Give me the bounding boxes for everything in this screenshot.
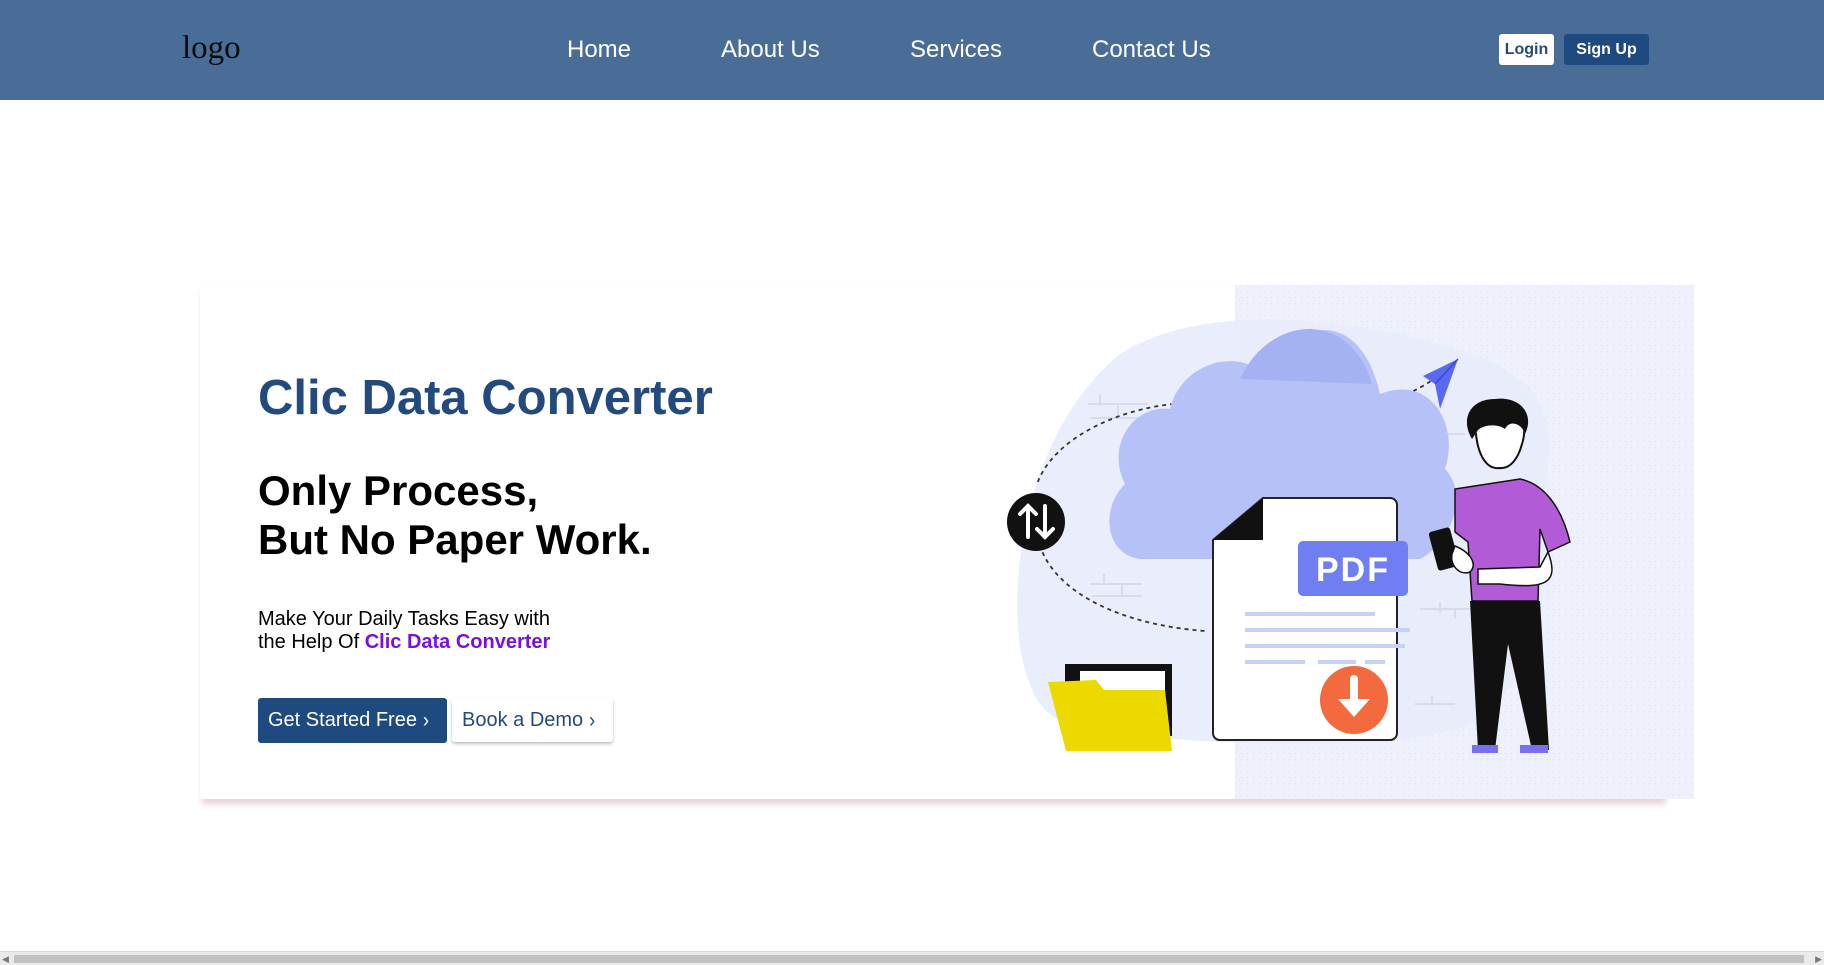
folder-icon: [1048, 664, 1172, 751]
book-a-demo-button[interactable]: Book a Demo ›: [452, 698, 613, 742]
horizontal-scrollbar[interactable]: ◀ ▶: [0, 951, 1824, 965]
book-a-demo-label: Book a Demo: [462, 709, 584, 731]
chevron-right-icon: ›: [589, 708, 596, 732]
nav-link-home[interactable]: Home: [567, 36, 631, 64]
get-started-free-label: Get Started Free: [268, 709, 417, 731]
download-arrow-icon: [1320, 666, 1388, 734]
scrollbar-thumb[interactable]: [14, 955, 1804, 963]
site-logo[interactable]: logo: [182, 30, 241, 67]
hero-headline-line2: But No Paper Work.: [258, 516, 652, 563]
hero-headline-line1: Only Process,: [258, 467, 539, 514]
nav-link-contact-us[interactable]: Contact Us: [1092, 36, 1211, 64]
chevron-right-icon: ›: [422, 707, 429, 732]
hero-headline: Only Process, But No Paper Work.: [258, 466, 652, 564]
hero-description-brand: Clic Data Converter: [364, 631, 551, 653]
login-button[interactable]: Login: [1499, 34, 1554, 65]
scroll-right-icon[interactable]: ▶: [1815, 954, 1822, 965]
swap-vertical-icon: [1007, 493, 1065, 551]
hero-illustration: PDF: [1007, 285, 1694, 799]
nav-link-services[interactable]: Services: [910, 36, 1002, 64]
sign-up-button[interactable]: Sign Up: [1564, 34, 1649, 65]
scroll-left-icon[interactable]: ◀: [2, 954, 9, 965]
hero-title: Clic Data Converter: [258, 371, 713, 425]
nav-link-about-us[interactable]: About Us: [721, 36, 820, 64]
get-started-free-button[interactable]: Get Started Free ›: [258, 698, 447, 743]
top-navbar: logo Home About Us Services Contact Us L…: [0, 0, 1824, 100]
hero-description: Make Your Daily Tasks Easy with the Help…: [258, 608, 558, 654]
pdf-badge-text: PDF: [1316, 551, 1390, 589]
